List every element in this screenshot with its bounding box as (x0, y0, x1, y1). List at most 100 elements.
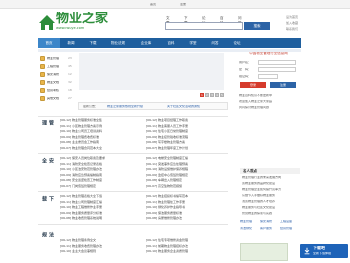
list-item[interactable]: [06-07] 物业管理合同范本大全 (60, 146, 140, 152)
list-item[interactable]: [06-10] 业主大会议事规则 (60, 249, 140, 255)
captcha-input[interactable] (258, 74, 278, 79)
section-label: 管理 (41, 120, 54, 126)
password-input[interactable] (258, 67, 296, 72)
section-divider (38, 224, 228, 225)
folder-icon (40, 64, 45, 69)
site-logo-url: www.iwuye.com (56, 27, 85, 30)
nav-item-home[interactable]: 首页 (38, 38, 60, 48)
section-list: [06-12] 电梯安全管理制度汇编 [06-11] 突发事件应急处理预案 [0… (146, 156, 228, 190)
top-link-home[interactable]: 首页 (150, 3, 156, 6)
left-menu-count: 18 (68, 89, 72, 92)
left-menu-count: 32 (68, 81, 72, 84)
nav-item-qa[interactable]: 问答 (204, 38, 226, 48)
register-button[interactable]: 注册 (270, 82, 296, 88)
list-item[interactable]: [06-10] 物业服务企业资质管理 (146, 249, 228, 255)
grid-link[interactable]: 经营管理 (280, 227, 292, 230)
download-bar-title: 下载吧 (313, 246, 325, 250)
panel-note: 共同探讨物业管理问题 (239, 106, 270, 109)
left-menu-label: 经营考核 (47, 89, 60, 92)
section-list: [06-12] 住宅专项维修资金管理 [06-11] 前期物业管理招标办法 [0… (146, 238, 228, 255)
list-item[interactable]: 浅谈物业管理的人才培养 (242, 200, 275, 203)
list-item[interactable]: 从细节入手做好物业服务 (242, 194, 275, 197)
banner-dot[interactable]: 5 (220, 93, 224, 97)
list-item[interactable]: 物业管理企业如何提升竞争力 (242, 188, 281, 191)
nav-item-news[interactable]: 新闻 (60, 38, 82, 48)
grid-link[interactable]: 工程设备 (280, 220, 292, 223)
left-menu-label: 其他文档 (47, 97, 60, 100)
left-menu-item[interactable]: 物业管理 23 (38, 55, 78, 62)
list-item[interactable]: [06-08] 物业收费管理系统说明 (60, 216, 140, 222)
folder-icon (40, 56, 45, 61)
folder-icon (40, 72, 45, 77)
list-item[interactable]: [06-08] 房屋维修管理办法 (146, 216, 228, 222)
nav-item-school[interactable]: 学堂 (182, 38, 204, 48)
left-menu-item[interactable]: 物业文档 32 (38, 79, 78, 86)
top-bar (0, 0, 350, 9)
contact-link[interactable]: 联系我们 (286, 26, 336, 32)
nav-item-law[interactable]: 物业法规 (104, 38, 132, 48)
left-menu-label: 保安消防 (47, 73, 60, 76)
banner-dot[interactable]: 4 (215, 93, 219, 97)
login-button[interactable]: 登录 (240, 82, 266, 88)
section-divider (38, 116, 228, 117)
banner-dot[interactable]: 3 (210, 93, 214, 97)
banner-dot[interactable]: 2 (205, 93, 209, 97)
left-menu-item[interactable]: 保安消防 12 (38, 71, 78, 78)
ticker-item[interactable]: 物业之家服务热线全新升级 (107, 105, 143, 108)
left-menu-label: 工程管理 (47, 65, 60, 68)
top-link-register[interactable]: 注册 (180, 3, 186, 6)
left-menu-item[interactable]: 工程管理 45 (38, 63, 78, 70)
grid-link[interactable]: 物业管理 (240, 220, 252, 223)
site-logo-text: 物业之家 (56, 12, 109, 25)
nav-item-company[interactable]: 企业库 (132, 38, 160, 48)
username-label: 用户名： (239, 61, 252, 64)
left-menu-count: 23 (68, 57, 72, 60)
left-menu-count: 27 (68, 97, 72, 100)
left-menu-item[interactable]: 其他文档 27 (38, 95, 78, 102)
announcement-ticker: 最新公告： 物业之家服务热线全新升级 关于社区文化活动的通知 (78, 102, 228, 110)
username-input[interactable] (258, 60, 296, 65)
nav-item-download[interactable]: 下载 (82, 38, 104, 48)
section-list: [06-12] 物业管理表格大全下载 [06-11] 物业公司管理制度汇编 [0… (60, 194, 140, 222)
list-item[interactable]: 智慧物业的探索与实践 (242, 212, 272, 215)
panel-title: 中国物业管理行业信息网 (249, 52, 288, 55)
list-item[interactable]: 物业服务与社区文化建设 (242, 206, 275, 209)
grid-link[interactable]: 清洁绿化 (240, 227, 252, 230)
folder-icon (40, 80, 45, 85)
list-item[interactable]: [06-07] 门岗值班管理规定 (60, 184, 140, 190)
section-list: [06-12] 物业管理条例全文 [06-11] 物业服务收费管理办法 [06-… (60, 238, 140, 255)
section-list: [06-12] 保安人员岗位职责及要求 [06-11] 消防安全检查记录表格 [… (60, 156, 140, 190)
list-item[interactable]: [06-07] 高空坠物防范措施 (146, 184, 228, 190)
grid-link[interactable]: 客户服务 (260, 227, 272, 230)
left-menu-item[interactable]: 经营考核 18 (38, 87, 78, 94)
header-right-links: 设为首页 加入收藏 联系我们 (286, 14, 336, 32)
list-item[interactable]: [06-07] 物业管理年度工作计划 (146, 146, 228, 152)
grid-link[interactable]: 保安消防 (260, 220, 272, 223)
search-button[interactable]: 搜索 (244, 22, 270, 30)
banner-slideshow[interactable] (79, 53, 224, 90)
left-menu-label: 物业文档 (47, 81, 60, 84)
nav-item-forum[interactable]: 论坛 (226, 38, 248, 48)
download-bar[interactable]: 下载吧 全新下载体验 (300, 244, 348, 258)
password-label: 密 码： (239, 68, 252, 71)
section-label: 下载 (41, 196, 54, 202)
login-panel: 中国物业管理行业信息网 用户名： 密 码： 验证码： 登录 注册 物业百科知识不… (236, 52, 301, 162)
section-label: 安全 (41, 158, 54, 164)
search-input[interactable] (165, 22, 243, 30)
opinion-list-title: 名人观点 (240, 168, 300, 174)
section-list: [06-12] 物业项目经理工作职责 [06-11] 物业客服人员工作手册 [0… (146, 118, 228, 152)
ad-banner[interactable] (240, 243, 288, 261)
captcha-label: 验证码： (239, 75, 252, 78)
left-menu-label: 物业管理 (47, 57, 60, 60)
ticker-item[interactable]: 关于社区文化活动的通知 (167, 105, 200, 108)
download-icon (304, 247, 310, 255)
main-nav: 首页 新闻 下载 物业法规 企业库 百科 学堂 问答 论坛 (38, 38, 301, 48)
left-menu-count: 12 (68, 73, 72, 76)
list-item[interactable]: 物业管理行业的未来发展方向 (242, 176, 281, 179)
banner-dot[interactable]: 1 (200, 93, 204, 97)
list-item[interactable]: 谈物业服务的品牌化建设 (242, 182, 275, 185)
download-bar-subtitle: 全新下载体验 (313, 252, 332, 255)
section-list: [06-12] 物业招投标书编写范本 [06-11] 物业管理处工作手册 [06… (146, 194, 228, 222)
nav-item-wiki[interactable]: 百科 (160, 38, 182, 48)
folder-icon (40, 88, 45, 93)
